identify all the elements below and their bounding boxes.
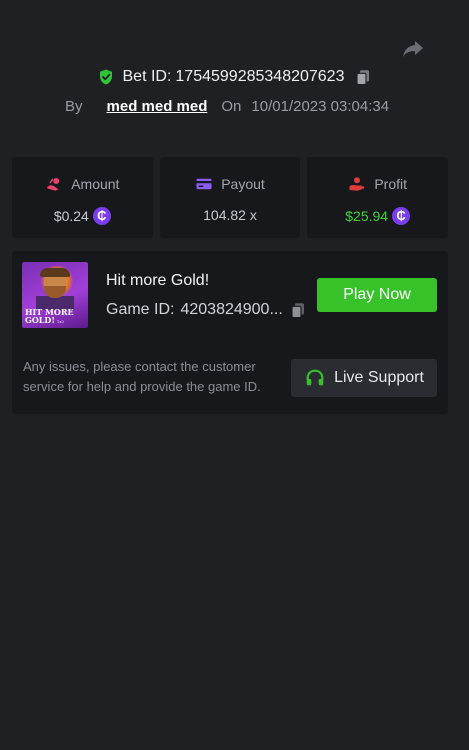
live-support-button[interactable]: Live Support <box>291 359 437 397</box>
game-thumbnail[interactable]: HIT MORE GOLD! 1x2 <box>22 262 88 328</box>
stat-payout: Payout 104.82 x <box>159 157 301 238</box>
game-id-row: Game ID: 4203824900... <box>106 301 307 319</box>
stat-amount: Amount $0.24 ₵ <box>12 157 153 238</box>
game-card: HIT MORE GOLD! 1x2 Hit more Gold! Game ID… <box>12 251 448 414</box>
live-support-label: Live Support <box>334 369 424 386</box>
support-text: Any issues, please contact the customer … <box>23 359 261 394</box>
profit-hand-icon <box>349 177 365 191</box>
bet-id-row: Bet ID: 1754599285348207623 <box>0 68 469 86</box>
amount-icon <box>47 178 60 191</box>
share-icon[interactable] <box>401 36 425 60</box>
game-name[interactable]: Hit more Gold! <box>106 272 209 290</box>
thumbnail-title: HIT MORE GOLD! 1x2 <box>25 307 74 325</box>
coin-icon: ₵ <box>92 207 111 225</box>
stat-profit: Profit $25.94 ₵ <box>307 157 449 238</box>
profit-value: $25.94 <box>345 208 389 224</box>
bet-id-label: Bet ID: <box>122 68 172 85</box>
play-now-button[interactable]: Play Now <box>317 278 437 312</box>
by-label: By <box>65 98 83 115</box>
headset-icon <box>306 369 324 386</box>
username-link[interactable]: med med med <box>107 98 208 115</box>
bet-id-value: 1754599285348207623 <box>175 68 345 85</box>
payout-label: Payout <box>221 176 265 192</box>
payout-card-icon <box>196 178 212 190</box>
copy-bet-id-icon[interactable] <box>354 68 372 86</box>
bet-meta-row: By med med med On 10/01/2023 03:04:34 <box>65 98 389 115</box>
payout-value: 104.82 x <box>203 207 257 223</box>
bet-date: 10/01/2023 03:04:34 <box>251 98 390 115</box>
amount-value: $0.24 <box>53 208 89 224</box>
game-id-value: 4203824900... <box>180 301 283 318</box>
on-label: On <box>221 98 242 115</box>
amount-label: Amount <box>71 176 120 192</box>
copy-game-id-icon[interactable] <box>289 301 307 319</box>
bet-stats: Amount $0.24 ₵ Payout 104.82 x Profit $2… <box>12 157 449 238</box>
game-id-label: Game ID: <box>106 301 175 318</box>
profit-label: Profit <box>374 176 408 192</box>
coin-icon: ₵ <box>392 207 411 225</box>
verified-shield-icon <box>99 69 112 85</box>
